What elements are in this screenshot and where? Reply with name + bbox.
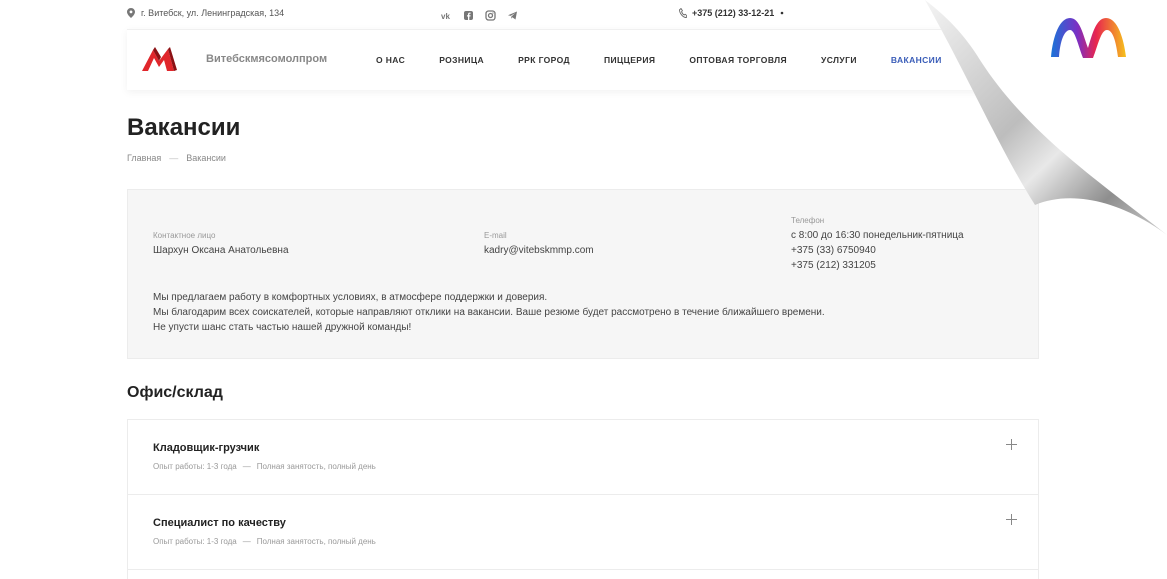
nav-pizzeria[interactable]: ПИЦЦЕРИЯ — [604, 55, 655, 65]
vacancy-title[interactable]: Кладовщик-грузчик — [153, 442, 259, 454]
nav-vacancies[interactable]: ВАКАНСИИ — [891, 55, 942, 65]
email-block: E-mail kadry@vitebskmmp.com — [484, 231, 594, 258]
email-label: E-mail — [484, 231, 507, 240]
facebook-icon[interactable] — [463, 8, 474, 20]
phone-hours: с 8:00 до 16:30 понедельник-пятница — [791, 230, 964, 241]
intro-line: Мы благодарим всех соискателей, которые … — [153, 307, 825, 318]
vacancy-employment: Полная занятость, полный день — [256, 537, 376, 546]
chevron-down-icon[interactable] — [779, 10, 785, 16]
phone-block: Телефон с 8:00 до 16:30 понедельник-пятн… — [791, 216, 964, 273]
breadcrumb-home[interactable]: Главная — [127, 153, 161, 163]
intro-text: Мы предлагаем работу в комфортных услови… — [153, 290, 825, 335]
top-phone[interactable]: +375 (212) 33-12-21 — [679, 8, 785, 18]
address: г. Витебск, ул. Ленинградская, 134 — [127, 8, 284, 18]
intro-line: Не упусти шанс стать частью нашей дружно… — [153, 322, 412, 333]
address-text: г. Витебск, ул. Ленинградская, 134 — [141, 8, 285, 18]
contact-person-name: Шархун Оксана Анатольевна — [153, 245, 289, 256]
location-pin-icon — [127, 8, 135, 18]
vacancy-item-partial[interactable] — [127, 569, 1039, 579]
phone-label: Телефон — [791, 216, 825, 225]
nav-about[interactable]: О НАС — [376, 55, 405, 65]
page-title: Вакансии — [127, 114, 241, 141]
top-bar: г. Витебск, ул. Ленинградская, 134 vk +3… — [0, 0, 1167, 28]
contact-person-label: Контактное лицо — [153, 231, 216, 240]
brand-name[interactable]: Витебскмясомолпром — [206, 53, 327, 65]
svg-text:vk: vk — [441, 12, 450, 21]
nav-rrk-gorod[interactable]: РРК ГОРОД — [518, 55, 570, 65]
breadcrumb-separator: — — [169, 153, 179, 163]
contact-person-block: Контактное лицо Шархун Оксана Анатольевн… — [153, 231, 289, 258]
nav-services[interactable]: УСЛУГИ — [821, 55, 857, 65]
intro-line: Мы предлагаем работу в комфортных услови… — [153, 292, 548, 303]
main-header: Витебскмясомолпром О НАС РОЗНИЦА РРК ГОР… — [127, 29, 1039, 90]
nav-retail[interactable]: РОЗНИЦА — [439, 55, 484, 65]
main-nav: О НАС РОЗНИЦА РРК ГОРОД ПИЦЦЕРИЯ ОПТОВАЯ… — [376, 55, 976, 65]
email-link[interactable]: kadry@vitebskmmp.com — [484, 243, 594, 258]
vacancy-meta-separator: — — [242, 537, 251, 546]
phone-landline[interactable]: +375 (212) 331205 — [791, 258, 964, 273]
instagram-icon[interactable] — [485, 8, 496, 21]
telegram-icon[interactable] — [507, 8, 518, 20]
vacancy-title[interactable]: Специалист по качеству — [153, 517, 286, 529]
vacancy-employment: Полная занятость, полный день — [256, 462, 376, 471]
company-logo-icon[interactable] — [141, 47, 179, 73]
phone-mobile[interactable]: +375 (33) 6750940 — [791, 243, 964, 258]
breadcrumb: Главная — Вакансии — [127, 153, 226, 163]
phone-values: с 8:00 до 16:30 понедельник-пятница +375… — [791, 228, 964, 273]
breadcrumb-current: Вакансии — [186, 153, 226, 163]
expand-plus-icon[interactable] — [1005, 438, 1018, 451]
vacancy-meta: Опыт работы: 1-3 года — Полная занятость… — [153, 537, 376, 546]
nav-wholesale[interactable]: ОПТОВАЯ ТОРГОВЛЯ — [689, 55, 787, 65]
expand-plus-icon[interactable] — [1005, 513, 1018, 526]
social-links: vk — [441, 8, 518, 21]
vacancy-item[interactable]: Кладовщик-грузчик Опыт работы: 1-3 года … — [127, 419, 1039, 495]
vacancy-experience: Опыт работы: 1-3 года — [153, 462, 237, 471]
vacancy-item[interactable]: Специалист по качеству Опыт работы: 1-3 … — [127, 494, 1039, 570]
vacancy-meta: Опыт работы: 1-3 года — Полная занятость… — [153, 462, 376, 471]
vacancy-experience: Опыт работы: 1-3 года — [153, 537, 237, 546]
section-title: Офис/склад — [127, 384, 223, 401]
vk-icon[interactable]: vk — [441, 8, 452, 21]
phone-icon — [679, 8, 687, 18]
vacancy-meta-separator: — — [242, 462, 251, 471]
top-phone-text: +375 (212) 33-12-21 — [692, 8, 775, 18]
contact-info-box: Контактное лицо Шархун Оксана Анатольевн… — [127, 189, 1039, 359]
